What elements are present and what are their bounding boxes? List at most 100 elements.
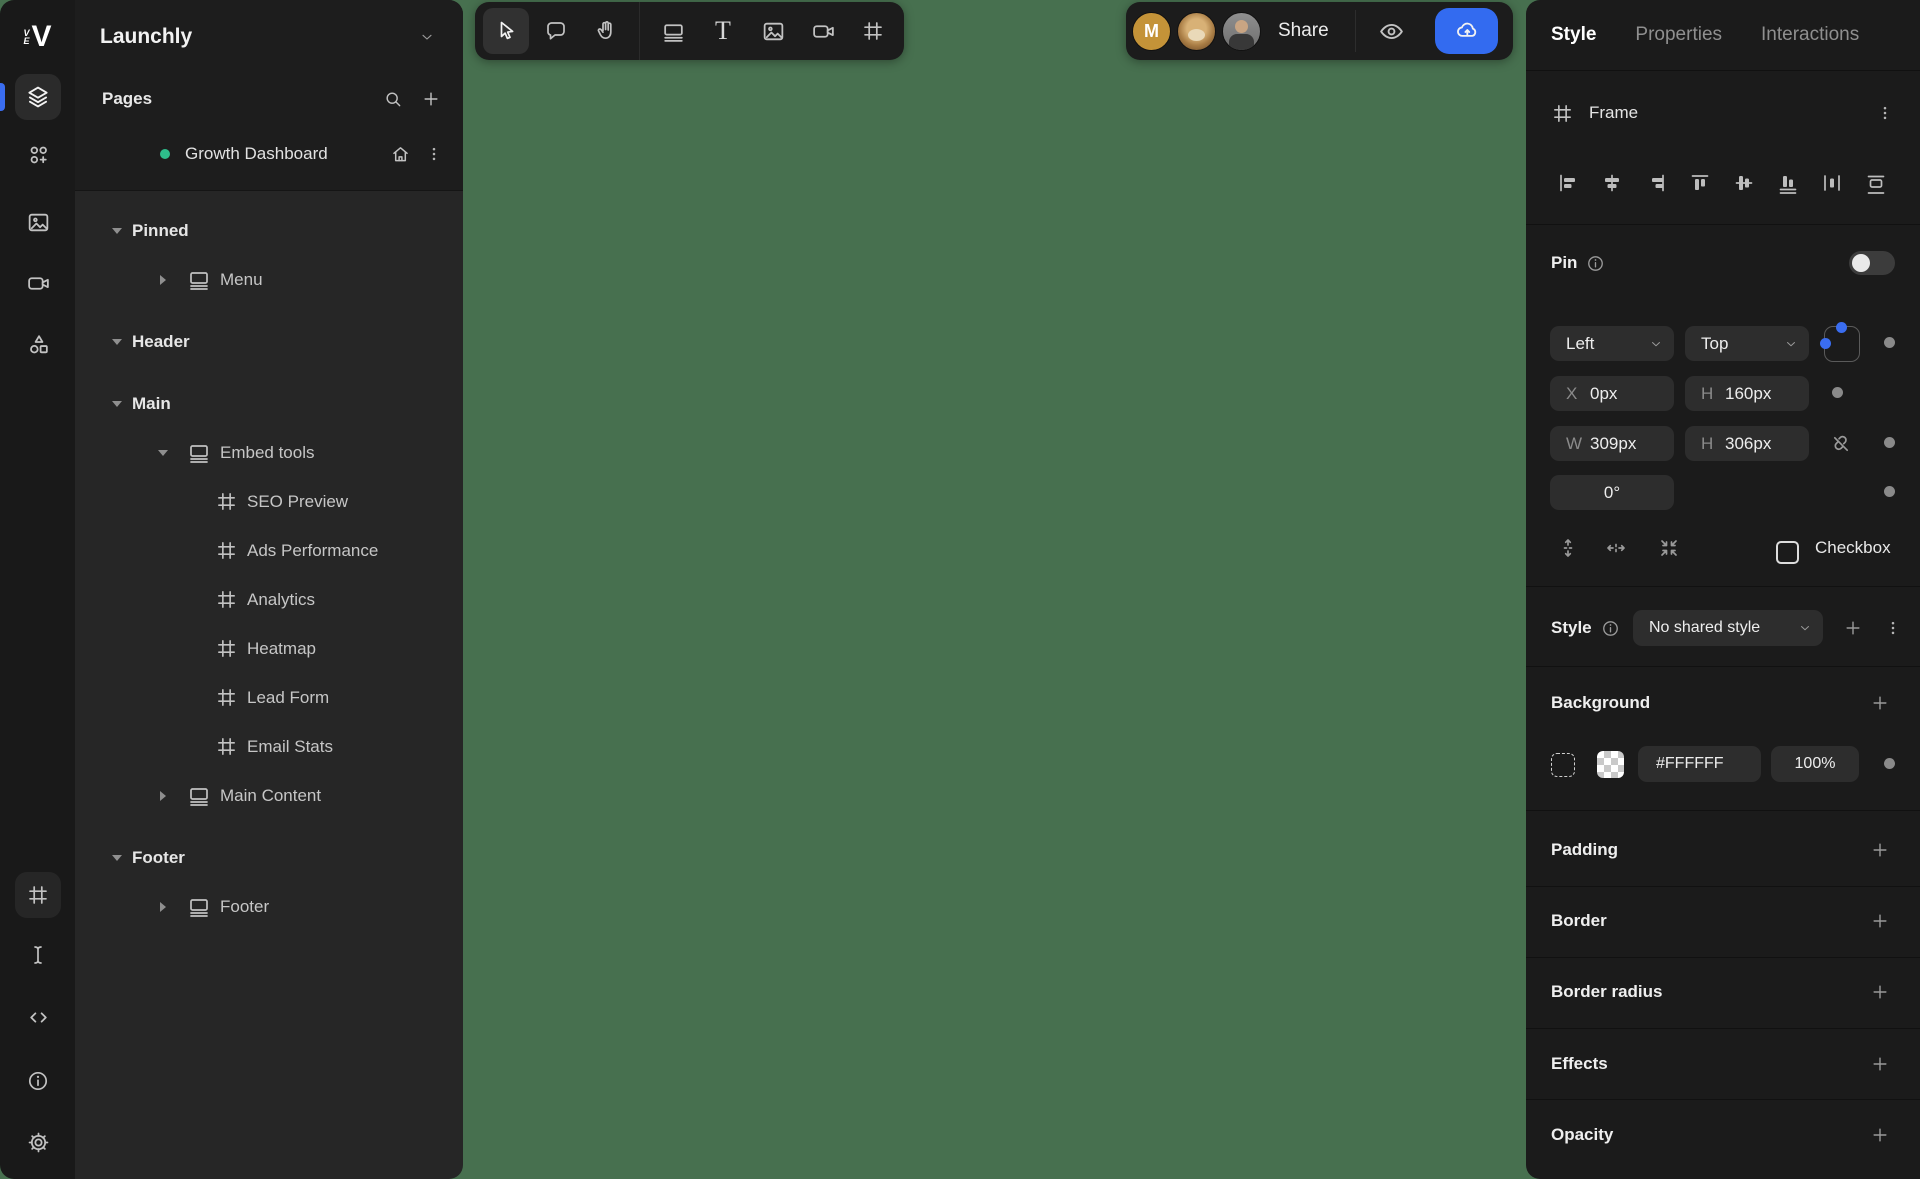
tab-style[interactable]: Style (1551, 24, 1596, 46)
variable-dot[interactable] (1884, 758, 1895, 769)
add-padding-button[interactable] (1865, 835, 1895, 865)
align-right-button[interactable] (1644, 171, 1668, 195)
project-switcher[interactable]: Launchly (75, 14, 463, 60)
align-bottom-button[interactable] (1776, 171, 1800, 195)
layer-row-email-stats[interactable]: Email Stats (75, 722, 463, 771)
caret-down-icon[interactable] (110, 397, 124, 411)
tool-section[interactable] (650, 8, 696, 54)
publish-button[interactable] (1435, 8, 1498, 54)
tool-image[interactable] (750, 8, 796, 54)
align-center-vertical-button[interactable] (1732, 171, 1756, 195)
background-target-icon[interactable] (1551, 753, 1575, 777)
search-pages-button[interactable] (378, 84, 408, 114)
background-color-field[interactable]: #FFFFFF (1638, 746, 1761, 782)
variable-dot[interactable] (1884, 337, 1895, 348)
vev-logo[interactable]: V E V (0, 16, 75, 58)
height-field[interactable]: H 306px (1685, 426, 1809, 461)
rail-item-layers[interactable] (15, 74, 61, 120)
distribute-horizontal-button[interactable] (1820, 171, 1844, 195)
rail-item-frame-tool[interactable] (15, 872, 61, 918)
checkbox[interactable] (1776, 541, 1799, 564)
home-page-button[interactable] (385, 139, 415, 169)
align-center-horizontal-button[interactable] (1600, 171, 1624, 195)
caret-right-icon[interactable] (156, 273, 170, 287)
color-swatch[interactable] (1597, 751, 1624, 778)
rail-item-shapes[interactable] (15, 321, 61, 367)
tool-video[interactable] (800, 8, 846, 54)
x-field[interactable]: X 0px (1550, 376, 1674, 411)
caret-right-icon[interactable] (156, 789, 170, 803)
rail-item-text-cursor[interactable] (15, 932, 61, 978)
layer-row-menu[interactable]: Menu (75, 255, 463, 304)
rail-item-image[interactable] (15, 199, 61, 245)
layer-row-lead-form[interactable]: Lead Form (75, 673, 463, 722)
tab-interactions[interactable]: Interactions (1761, 24, 1859, 46)
shared-style-menu-button[interactable] (1878, 613, 1908, 643)
y-offset-field[interactable]: H 160px (1685, 376, 1809, 411)
layer-row-heatmap[interactable]: Heatmap (75, 624, 463, 673)
layer-row-analytics[interactable]: Analytics (75, 575, 463, 624)
variable-dot[interactable] (1832, 387, 1843, 398)
pin-position-widget[interactable] (1820, 322, 1860, 362)
align-top-button[interactable] (1688, 171, 1712, 195)
pin-dot-left[interactable] (1820, 338, 1831, 349)
shared-style-select[interactable]: No shared style (1633, 610, 1823, 646)
rail-item-info[interactable] (15, 1058, 61, 1104)
layer-row-ads-performance[interactable]: Ads Performance (75, 526, 463, 575)
avatar-dog[interactable] (1177, 11, 1216, 51)
caret-down-icon[interactable] (156, 446, 170, 460)
anchor-vertical-select[interactable]: Top (1685, 326, 1809, 361)
rail-item-code[interactable] (15, 994, 61, 1040)
unlink-dimensions-button[interactable] (1829, 432, 1853, 456)
preview-button[interactable] (1370, 9, 1414, 53)
width-field[interactable]: W 309px (1550, 426, 1674, 461)
add-page-button[interactable] (416, 84, 446, 114)
add-background-button[interactable] (1865, 688, 1895, 718)
tool-comment[interactable] (533, 8, 579, 54)
tab-properties[interactable]: Properties (1635, 24, 1722, 46)
layer-row-main-content[interactable]: Main Content (75, 771, 463, 820)
add-border-radius-button[interactable] (1865, 977, 1895, 1007)
anchor-horizontal-select[interactable]: Left (1550, 326, 1674, 361)
layer-row-footer[interactable]: Footer (75, 882, 463, 931)
tool-text[interactable]: T (700, 8, 746, 54)
element-menu-button[interactable] (1870, 98, 1900, 128)
layer-row-embed-tools[interactable]: Embed tools (75, 428, 463, 477)
layer-row-header[interactable]: Header (75, 317, 463, 366)
variable-dot[interactable] (1884, 437, 1895, 448)
add-border-button[interactable] (1865, 906, 1895, 936)
divider (1526, 886, 1920, 887)
pin-toggle[interactable] (1849, 251, 1895, 275)
caret-down-icon[interactable] (110, 224, 124, 238)
layer-row-pinned[interactable]: Pinned (75, 206, 463, 255)
rail-item-components[interactable] (15, 132, 61, 178)
share-button[interactable]: Share (1278, 20, 1329, 42)
caret-down-icon[interactable] (110, 851, 124, 865)
add-opacity-button[interactable] (1865, 1120, 1895, 1150)
page-menu-button[interactable] (419, 139, 449, 169)
add-effects-button[interactable] (1865, 1049, 1895, 1079)
avatar-person[interactable] (1222, 11, 1261, 51)
caret-down-icon[interactable] (110, 335, 124, 349)
layer-row-main[interactable]: Main (75, 379, 463, 428)
stretch-vertical-button[interactable] (1555, 535, 1581, 561)
background-opacity-field[interactable]: 100% (1771, 746, 1859, 782)
layer-row-footer-group[interactable]: Footer (75, 833, 463, 882)
layer-row-seo-preview[interactable]: SEO Preview (75, 477, 463, 526)
pin-dot-top[interactable] (1836, 322, 1847, 333)
align-left-button[interactable] (1556, 171, 1580, 195)
avatar-m[interactable]: M (1132, 11, 1171, 51)
tool-frame[interactable] (850, 8, 896, 54)
align-stretch-button[interactable] (1864, 171, 1888, 195)
rail-item-video[interactable] (15, 260, 61, 306)
tool-select[interactable] (483, 8, 529, 54)
variable-dot[interactable] (1884, 486, 1895, 497)
add-shared-style-button[interactable] (1838, 613, 1868, 643)
stretch-horizontal-button[interactable] (1603, 535, 1629, 561)
rail-item-settings[interactable] (15, 1119, 61, 1165)
caret-right-icon[interactable] (156, 900, 170, 914)
tool-hand[interactable] (583, 8, 629, 54)
page-item-growth-dashboard[interactable]: Growth Dashboard (75, 136, 463, 172)
fit-content-button[interactable] (1656, 535, 1682, 561)
rotation-field[interactable]: 0° (1550, 475, 1674, 510)
